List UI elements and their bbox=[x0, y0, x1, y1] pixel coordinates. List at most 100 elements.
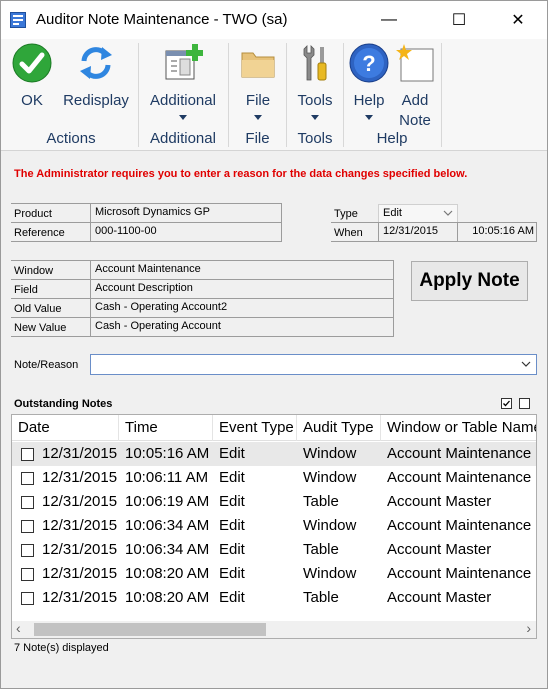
row-checkbox[interactable] bbox=[21, 520, 34, 533]
maximize-icon: ☐ bbox=[451, 12, 467, 29]
ribbon-toolbar: OK Redisplay Actions Additional Addition… bbox=[1, 39, 547, 151]
divider bbox=[11, 241, 282, 242]
maximize-button[interactable]: ☐ bbox=[436, 1, 482, 39]
additional-window-icon bbox=[165, 44, 203, 80]
horizontal-scrollbar[interactable]: ‹ › bbox=[12, 620, 536, 638]
minimize-icon: — bbox=[381, 11, 397, 28]
cell-window-or-table: Account Master bbox=[387, 589, 492, 606]
row-checkbox[interactable] bbox=[21, 592, 34, 605]
ribbon-separator bbox=[441, 43, 442, 147]
cell-audit-type: Window bbox=[303, 565, 357, 582]
divider bbox=[281, 203, 282, 241]
row-checkbox[interactable] bbox=[21, 496, 34, 509]
window-value: Account Maintenance bbox=[91, 261, 393, 280]
type-select[interactable]: Edit bbox=[378, 204, 458, 223]
additional-button[interactable]: Additional bbox=[146, 43, 220, 120]
outstanding-notes-grid[interactable]: Date Time Event Type Audit Type Window o… bbox=[11, 414, 537, 639]
row-checkbox[interactable] bbox=[21, 544, 34, 557]
row-checkbox[interactable] bbox=[21, 472, 34, 485]
column-header-event-type[interactable]: Event Type bbox=[213, 415, 297, 441]
outstanding-notes-title: Outstanding Notes bbox=[14, 398, 113, 410]
new-value: Cash - Operating Account bbox=[91, 318, 393, 337]
unmark-all-checkbox[interactable] bbox=[519, 398, 530, 409]
divider bbox=[11, 260, 394, 261]
cell-audit-type: Window bbox=[303, 469, 357, 486]
table-row[interactable]: 12/31/2015 10:05:16 AM Edit Window Account M… bbox=[12, 442, 536, 466]
product-value: Microsoft Dynamics GP bbox=[91, 204, 281, 223]
table-row[interactable]: 12/31/2015 10:06:34 AM Edit Table Account Ma… bbox=[12, 538, 536, 562]
cell-time: 10:06:11 AM bbox=[125, 469, 209, 486]
scrollbar-thumb[interactable] bbox=[34, 623, 266, 636]
help-label: Help bbox=[353, 92, 385, 109]
app-icon bbox=[10, 12, 26, 28]
divider bbox=[331, 241, 537, 242]
cell-audit-type: Window bbox=[303, 517, 357, 534]
redisplay-button[interactable]: Redisplay bbox=[61, 43, 131, 111]
column-header-window-or-table[interactable]: Window or Table Name bbox=[381, 415, 536, 441]
minimize-button[interactable]: — bbox=[366, 1, 412, 39]
divider bbox=[11, 279, 394, 280]
title-bar: Auditor Note Maintenance - TWO (sa) — ☐ … bbox=[1, 1, 547, 39]
cell-date: 12/31/2015 bbox=[42, 589, 118, 606]
cell-event-type: Edit bbox=[219, 469, 245, 486]
chevron-down-icon bbox=[443, 210, 453, 216]
cell-audit-type: Table bbox=[303, 493, 339, 510]
add-note-label-line1: Add bbox=[401, 92, 429, 109]
checkmark-icon bbox=[503, 400, 510, 407]
chevron-down-icon bbox=[311, 115, 319, 120]
divider bbox=[11, 203, 282, 204]
close-button[interactable]: ✕ bbox=[495, 1, 541, 39]
table-row[interactable]: 12/31/2015 10:08:20 AM Edit Window Account M… bbox=[12, 562, 536, 586]
cell-audit-type: Window bbox=[303, 445, 357, 462]
row-checkbox[interactable] bbox=[21, 448, 34, 461]
divider bbox=[11, 336, 394, 337]
cell-event-type: Edit bbox=[219, 565, 245, 582]
add-note-icon bbox=[396, 44, 434, 82]
note-reason-dropdown[interactable] bbox=[90, 354, 537, 375]
help-button[interactable]: ? Help bbox=[348, 43, 390, 120]
cell-date: 12/31/2015 bbox=[42, 493, 118, 510]
apply-note-button[interactable]: Apply Note bbox=[411, 261, 528, 301]
old-value-label: Old Value bbox=[14, 303, 62, 315]
column-header-time[interactable]: Time bbox=[119, 415, 213, 441]
group-actions-label: Actions bbox=[46, 130, 96, 147]
table-row[interactable]: 12/31/2015 10:08:20 AM Edit Table Account Ma… bbox=[12, 586, 536, 610]
file-button[interactable]: File bbox=[237, 43, 279, 120]
group-help-label: Help bbox=[376, 130, 408, 147]
reference-label: Reference bbox=[14, 227, 65, 239]
add-note-button[interactable]: Add Note bbox=[393, 43, 437, 131]
column-header-date[interactable]: Date bbox=[12, 415, 119, 441]
old-value: Cash - Operating Account2 bbox=[91, 299, 393, 318]
scroll-right-icon[interactable]: › bbox=[526, 620, 531, 636]
divider bbox=[457, 222, 458, 241]
ok-label: OK bbox=[21, 92, 43, 109]
divider bbox=[11, 222, 282, 223]
cell-date: 12/31/2015 bbox=[42, 469, 118, 486]
cell-window-or-table: Account Maintenance bbox=[387, 517, 532, 534]
folder-icon bbox=[241, 52, 275, 78]
window-label: Window bbox=[14, 265, 54, 277]
cell-window-or-table: Account Maintenance bbox=[387, 445, 532, 462]
row-checkbox[interactable] bbox=[21, 568, 34, 581]
column-header-audit-type[interactable]: Audit Type bbox=[297, 415, 381, 441]
cell-audit-type: Table bbox=[303, 589, 339, 606]
tools-label: Tools bbox=[297, 92, 333, 109]
table-row[interactable]: 12/31/2015 10:06:11 AM Edit Window Account M… bbox=[12, 466, 536, 490]
product-label: Product bbox=[14, 208, 52, 220]
table-row[interactable]: 12/31/2015 10:06:19 AM Edit Table Account Ma… bbox=[12, 490, 536, 514]
cell-window-or-table: Account Maintenance bbox=[387, 565, 532, 582]
tools-button[interactable]: Tools bbox=[293, 43, 337, 120]
cell-event-type: Edit bbox=[219, 445, 245, 462]
cell-time: 10:06:34 AM bbox=[125, 541, 210, 558]
divider bbox=[536, 222, 537, 241]
scroll-left-icon[interactable]: ‹ bbox=[16, 620, 21, 636]
ok-button[interactable]: OK bbox=[11, 43, 53, 111]
cell-window-or-table: Account Master bbox=[387, 541, 492, 558]
table-row[interactable]: 12/31/2015 10:06:34 AM Edit Window Account M… bbox=[12, 514, 536, 538]
mark-all-checkbox[interactable] bbox=[501, 398, 512, 409]
main-content: The Administrator requires you to enter … bbox=[1, 152, 547, 688]
status-text: 7 Note(s) displayed bbox=[14, 642, 109, 654]
divider bbox=[331, 222, 537, 223]
additional-label: Additional bbox=[150, 92, 216, 109]
type-select-value: Edit bbox=[383, 207, 402, 219]
